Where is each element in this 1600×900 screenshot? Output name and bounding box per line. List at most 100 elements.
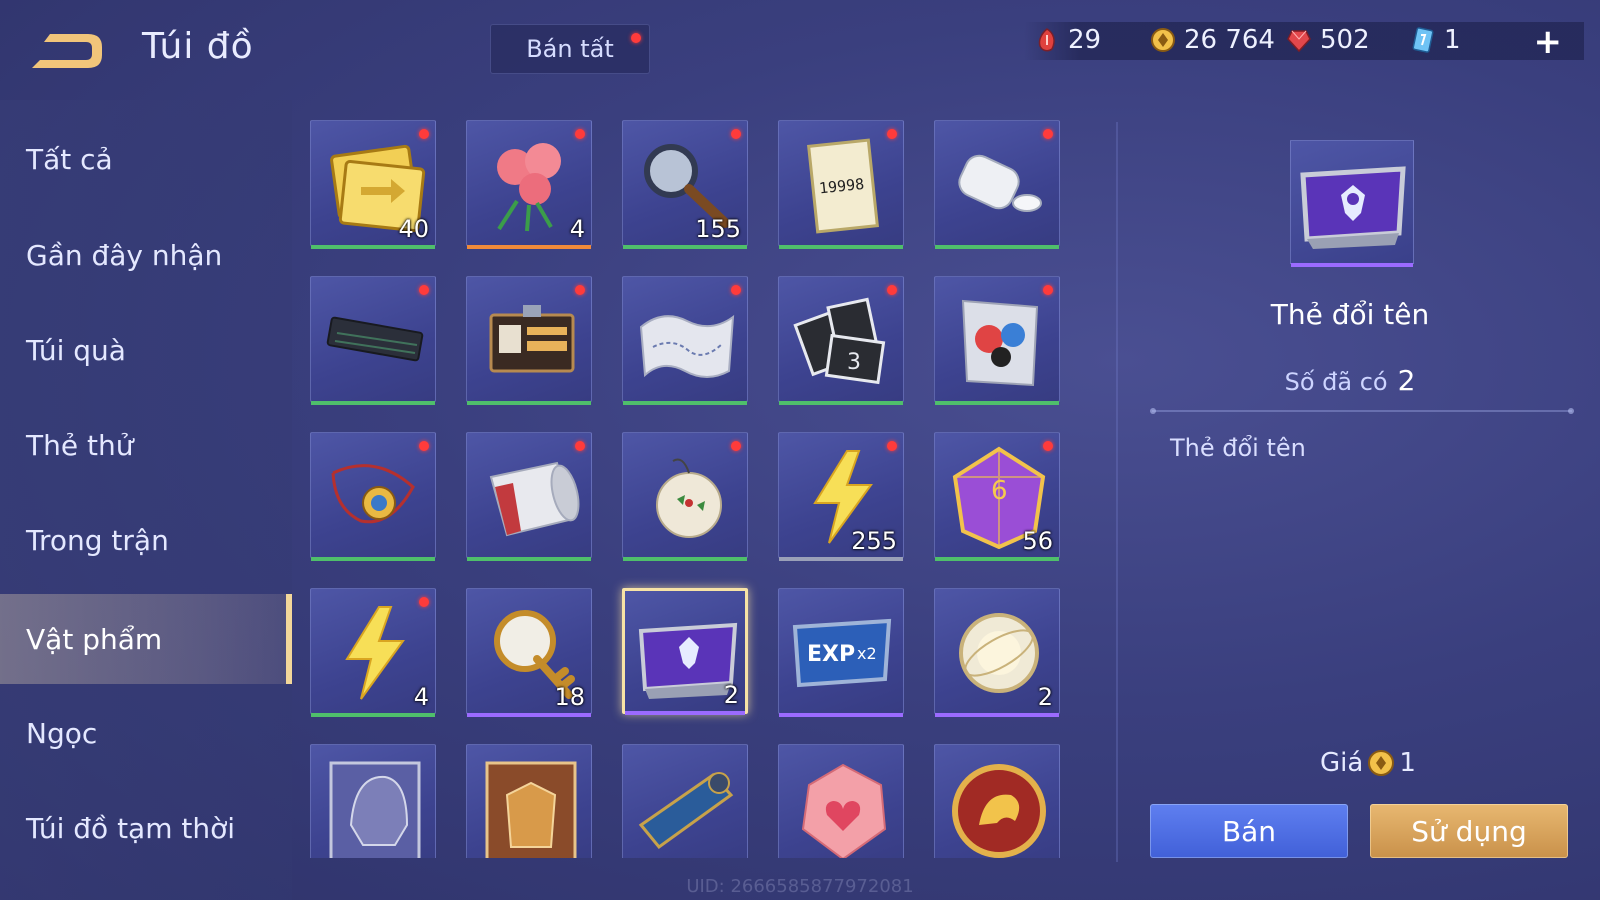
item-grid: 40 4 155 19998 3 255 6 56 4 18 2 EXP x2 2 xyxy=(300,110,1090,858)
item-slot[interactable]: 40 xyxy=(310,120,436,249)
svg-text:x2: x2 xyxy=(857,644,877,663)
rarity-bar xyxy=(779,557,903,561)
sidebar-item-recent[interactable]: Gần đây nhận xyxy=(0,210,292,300)
item-count: 2 xyxy=(1037,683,1053,711)
item-slot[interactable]: EXP x2 xyxy=(778,588,904,717)
selected-item-preview xyxy=(1290,140,1414,267)
item-slot[interactable] xyxy=(622,744,748,858)
item-slot[interactable] xyxy=(310,744,436,858)
notification-dot xyxy=(419,597,429,607)
rarity-bar xyxy=(467,401,591,405)
item-count: 40 xyxy=(398,215,429,243)
item-slot[interactable]: 19998 xyxy=(778,120,904,249)
sidebar-item-gems[interactable]: Ngọc xyxy=(0,688,292,778)
notification-dot xyxy=(887,129,897,139)
item-slot[interactable] xyxy=(466,432,592,561)
item-slot[interactable]: 6 56 xyxy=(934,432,1060,561)
item-slot[interactable] xyxy=(778,744,904,858)
panel-divider xyxy=(1116,122,1118,862)
rarity-bar xyxy=(311,245,435,249)
item-slot[interactable]: 2 xyxy=(622,588,748,715)
item-slot[interactable] xyxy=(310,276,436,405)
item-description: Thẻ đổi tên xyxy=(1170,434,1306,462)
item-slot[interactable]: 2 xyxy=(934,588,1060,717)
sidebar-item-trial-cards[interactable]: Thẻ thử xyxy=(0,400,292,490)
use-button[interactable]: Sử dụng xyxy=(1370,804,1568,858)
item-count: 18 xyxy=(554,683,585,711)
notification-dot xyxy=(731,285,741,295)
rarity-bar xyxy=(935,245,1059,249)
notification-dot xyxy=(887,441,897,451)
sell-all-button[interactable]: Bán tất xyxy=(490,24,650,74)
sidebar-item-all[interactable]: Tất cả xyxy=(0,114,292,204)
notification-dot xyxy=(419,285,429,295)
item-slot[interactable]: 18 xyxy=(466,588,592,717)
note-card-icon: 19998 xyxy=(807,138,879,234)
rarity-bar xyxy=(311,401,435,405)
sidebar-item-gift-bag[interactable]: Túi quà xyxy=(0,305,292,395)
rarity-bar xyxy=(779,713,903,717)
svg-text:6: 6 xyxy=(991,476,1008,506)
add-currency-button[interactable]: + xyxy=(1534,22,1563,62)
item-slot[interactable] xyxy=(934,744,1060,858)
notification-dot xyxy=(887,285,897,295)
work-permit-badge-icon xyxy=(489,305,575,373)
item-slot[interactable]: 3 xyxy=(778,276,904,405)
treasure-map-icon xyxy=(639,314,735,378)
rarity-bar xyxy=(311,557,435,561)
paper-cup-icon xyxy=(489,461,580,537)
back-button[interactable] xyxy=(26,28,106,74)
crystal-orb-icon xyxy=(959,613,1039,693)
notification-dot xyxy=(575,441,585,451)
top-bar: Túi đồ Bán tất 29 26 764 502 1 + xyxy=(0,0,1600,100)
svg-text:EXP: EXP xyxy=(807,642,855,667)
item-slot[interactable] xyxy=(310,432,436,561)
item-count: 56 xyxy=(1022,527,1053,555)
rarity-bar xyxy=(623,245,747,249)
item-slot[interactable] xyxy=(622,276,748,405)
number-cards-icon: 3 xyxy=(793,297,886,385)
notification-dot xyxy=(1043,285,1053,295)
sidebar: Tất cả Gần đây nhận Túi quà Thẻ thử Tron… xyxy=(0,100,292,900)
item-slot[interactable] xyxy=(466,744,592,858)
heart-gem-icon xyxy=(801,763,887,858)
item-slot[interactable] xyxy=(934,120,1060,249)
notification-dot xyxy=(575,285,585,295)
rarity-bar xyxy=(467,713,591,717)
user-id: UID: 2666585877972081 xyxy=(686,876,914,897)
sell-button[interactable]: Bán xyxy=(1150,804,1348,858)
lightning-bolt-icon xyxy=(345,606,405,700)
back-arrow-icon xyxy=(32,34,102,68)
item-count: 4 xyxy=(413,683,429,711)
item-slot[interactable]: 4 xyxy=(310,588,436,717)
exp-x2-card-icon: EXP x2 xyxy=(792,618,892,688)
sell-all-label: Bán tất xyxy=(526,35,614,63)
ruby-gem-icon xyxy=(1287,30,1311,53)
item-slot[interactable] xyxy=(934,276,1060,405)
rarity-bar xyxy=(935,557,1059,561)
notification-dot xyxy=(1043,129,1053,139)
gold-coin-icon xyxy=(1151,28,1175,52)
item-slot[interactable]: 155 xyxy=(622,120,748,249)
rarity-bar xyxy=(935,713,1059,717)
blue-card-icon xyxy=(1412,27,1434,53)
rarity-bar xyxy=(623,557,747,561)
item-slot[interactable] xyxy=(622,432,748,561)
item-count: 155 xyxy=(695,215,741,243)
item-slot[interactable]: 4 xyxy=(466,120,592,249)
rose-bouquet-icon xyxy=(497,143,561,232)
keyboard-icon xyxy=(326,316,424,362)
item-count: 255 xyxy=(851,527,897,555)
helmet-card-icon xyxy=(329,761,421,858)
item-slot[interactable]: 255 xyxy=(778,432,904,561)
scroll-icon xyxy=(638,772,734,850)
sidebar-item-temp-bag[interactable]: Túi đồ tạm thời xyxy=(0,783,292,873)
sidebar-item-items[interactable]: Vật phẩm xyxy=(0,594,292,684)
sidebar-item-in-match[interactable]: Trong trận xyxy=(0,495,292,585)
rarity-bar xyxy=(467,245,591,249)
item-slot[interactable] xyxy=(466,276,592,405)
christmas-ornament-icon xyxy=(656,458,722,538)
item-count: 4 xyxy=(569,215,585,243)
rarity-bar xyxy=(311,713,435,717)
rarity-bar xyxy=(625,711,745,715)
